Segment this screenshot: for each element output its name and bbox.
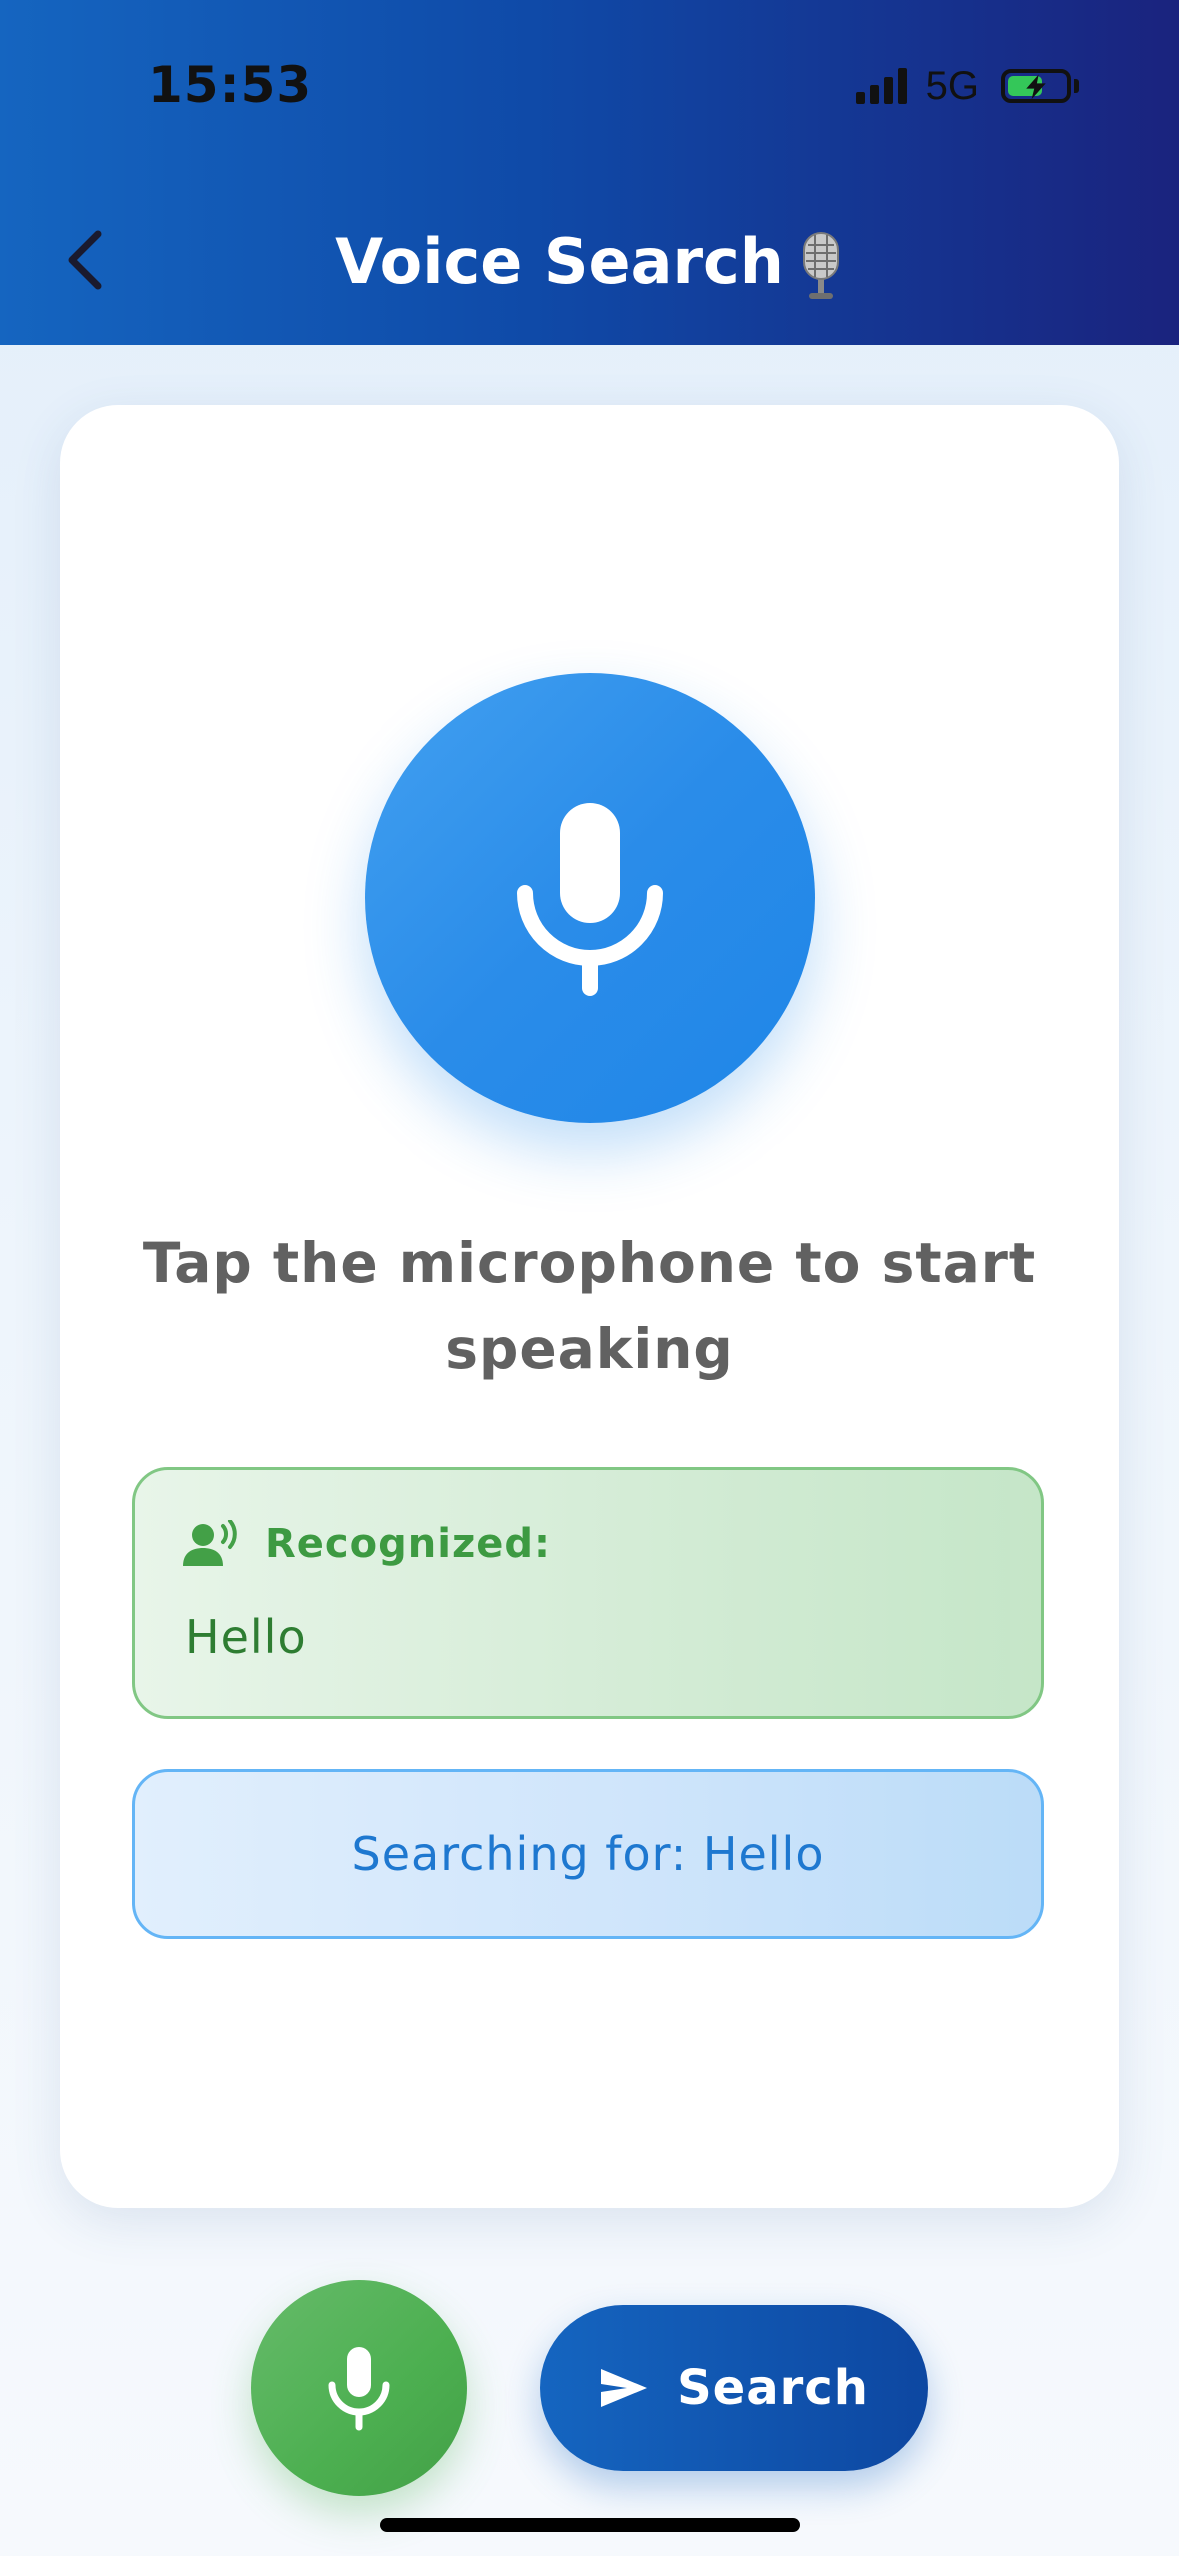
microphone-icon [328, 2347, 390, 2431]
voice-person-icon [183, 1520, 237, 1566]
signal-strength-icon [855, 68, 912, 104]
recognized-result: Recognized: Hello [132, 1467, 1044, 1719]
page-title: Voice Search [0, 222, 1179, 302]
voice-input-button[interactable] [251, 2280, 467, 2496]
studio-microphone-icon [802, 231, 839, 299]
status-time: 15:53 [148, 56, 313, 114]
searching-text: Searching for: Hello [351, 1827, 825, 1881]
status-indicators: 5G [855, 63, 1079, 108]
battery-icon [1001, 69, 1071, 103]
recognized-label: Recognized: [265, 1521, 551, 1567]
search-button-label: Search [677, 2360, 869, 2416]
network-type: 5G [925, 63, 979, 108]
send-icon [601, 2369, 648, 2407]
page-title-text: Voice Search [335, 225, 784, 298]
searching-status: Searching for: Hello [132, 1769, 1044, 1939]
home-indicator [380, 2518, 800, 2532]
charging-bolt-icon [1026, 74, 1046, 100]
battery-nub [1074, 79, 1079, 93]
search-button[interactable]: Search [540, 2305, 928, 2471]
recognized-header: Recognized: [183, 1520, 551, 1568]
microphone-icon [517, 803, 663, 996]
start-listening-button[interactable] [365, 673, 815, 1123]
app-header: 15:53 5G Voice Search [0, 0, 1179, 345]
voice-search-card: Tap the microphone to start speaking Rec… [60, 405, 1119, 2208]
instruction-text: Tap the microphone to start speaking [142, 1231, 1037, 1381]
recognized-text: Hello [185, 1610, 307, 1664]
